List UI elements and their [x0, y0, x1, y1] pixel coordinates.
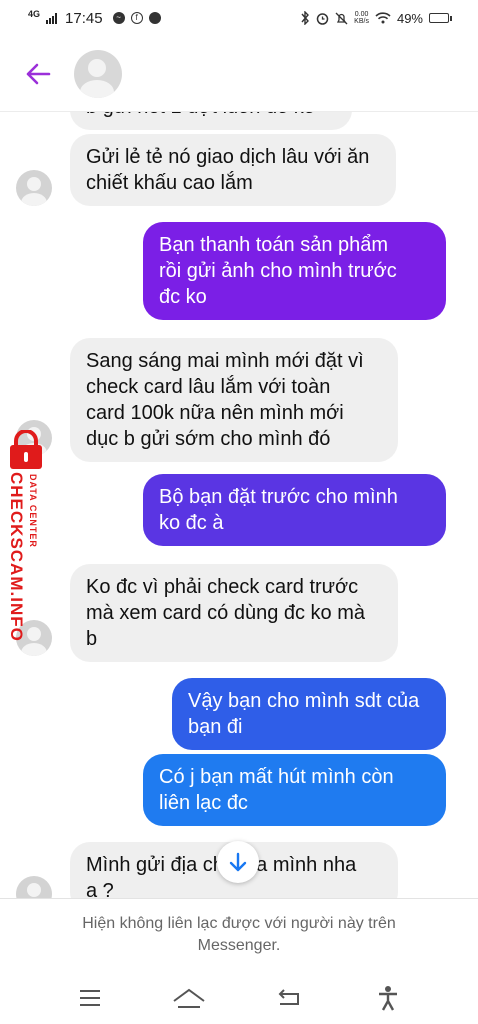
home-icon	[173, 988, 205, 1008]
battery-icon	[429, 13, 452, 23]
status-bar: 4G 17:45 ~ f 0.00 KB/s 49%	[0, 0, 478, 36]
message-bubble-outgoing[interactable]: Vậy bạn cho mình sdt của bạn đi	[172, 678, 446, 750]
notice-line-2: Messenger.	[197, 937, 281, 954]
message-bubble-incoming[interactable]: Gửi lẻ tẻ nó giao dịch lâu với ăn chiết …	[70, 134, 396, 206]
message-list[interactable]: b gửi hết 1 đợt luôn đó ko Gửi lẻ tẻ nó …	[0, 112, 478, 898]
alarm-icon	[316, 12, 329, 25]
network-speed: 0.00 KB/s	[354, 11, 369, 25]
sender-avatar	[16, 170, 52, 206]
lock-icon	[10, 430, 42, 469]
bluetooth-icon	[301, 11, 310, 25]
watermark-subtitle: DATA CENTER	[28, 474, 38, 548]
sender-avatar	[16, 876, 52, 898]
mute-icon	[335, 12, 348, 24]
signal-icon	[46, 12, 58, 24]
arrow-left-icon	[26, 63, 51, 84]
chat-header	[0, 36, 478, 112]
unavailable-notice: Hiện không liên lạc được với người này t…	[0, 898, 478, 962]
network-type: 4G	[28, 8, 41, 19]
back-button[interactable]	[24, 60, 52, 88]
status-time: 17:45	[65, 9, 103, 27]
accessibility-icon	[379, 986, 398, 1011]
contact-avatar[interactable]	[74, 49, 122, 98]
message-bubble-incoming[interactable]: Sang sáng mai mình mới đặt vì check card…	[70, 338, 398, 462]
wifi-icon	[375, 12, 391, 24]
facebook-notification-icon: f	[130, 12, 143, 24]
message-bubble-outgoing[interactable]: Bộ bạn đặt trước cho mình ko đc à	[143, 474, 446, 546]
chat-notification-icon	[148, 12, 161, 24]
status-right: 0.00 KB/s 49%	[300, 11, 452, 26]
message-bubble-incoming[interactable]: b gửi hết 1 đợt luôn đó ko	[70, 112, 352, 130]
messenger-notification-icon: ~	[112, 12, 125, 24]
system-back-button[interactable]	[269, 978, 309, 1018]
status-left: 4G 17:45 ~ f	[28, 8, 161, 27]
message-bubble-incoming[interactable]: Ko đc vì phải check card trước mà xem ca…	[70, 564, 398, 662]
home-button[interactable]	[169, 978, 209, 1018]
scroll-to-bottom-button[interactable]	[217, 841, 259, 883]
watermark-brand: CHECKSCAM.INFO	[7, 472, 26, 642]
speed-value: 0.00	[354, 11, 369, 18]
battery-percent: 49%	[396, 10, 423, 26]
menu-icon	[79, 990, 100, 1006]
message-bubble-outgoing[interactable]: Có j bạn mất hút mình còn liên lạc đc	[143, 754, 446, 826]
back-icon	[278, 989, 299, 1005]
system-navigation-bar	[0, 972, 478, 1024]
accessibility-button[interactable]	[368, 978, 408, 1018]
speed-unit: KB/s	[354, 18, 369, 25]
watermark: CHECKSCAM.INFO DATA CENTER	[2, 430, 56, 660]
recent-apps-button[interactable]	[70, 978, 110, 1018]
message-bubble-outgoing[interactable]: Bạn thanh toán sản phẩm rồi gửi ảnh cho …	[143, 222, 446, 320]
arrow-down-icon	[229, 852, 247, 872]
notice-line-1: Hiện không liên lạc được với người này t…	[82, 915, 396, 932]
